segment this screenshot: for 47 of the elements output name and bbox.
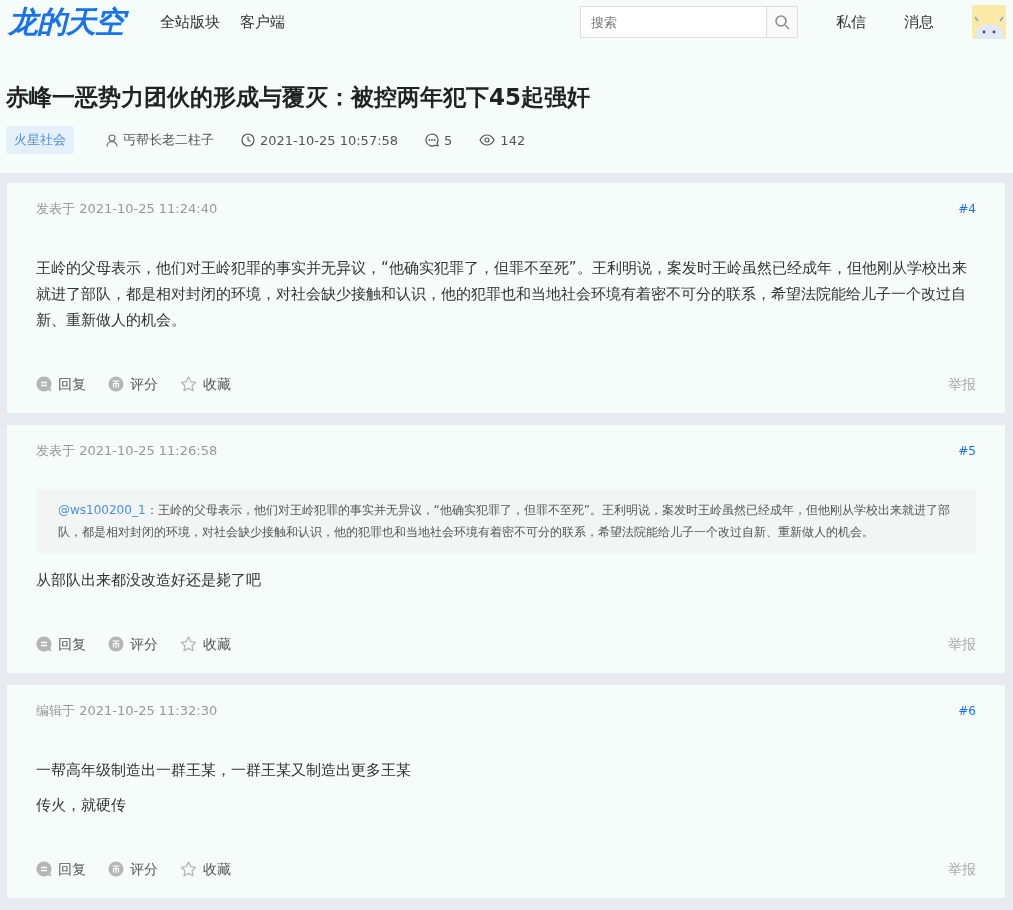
post-paragraph: 一帮高年级制造出一群王某，一群王某又制造出更多王某 — [36, 760, 412, 781]
post-time: 2021-10-25 10:57:58 — [260, 132, 399, 148]
nav-link[interactable]: 全站版块 — [160, 12, 220, 32]
post-action-button[interactable]: 评分 — [108, 858, 158, 880]
floor-link[interactable]: #5 — [958, 443, 976, 459]
search-field[interactable]: 搜索 — [580, 6, 767, 38]
comment-icon — [425, 133, 440, 147]
post-date: 发表于 2021-10-25 11:24:40 — [36, 201, 218, 217]
reply-icon — [36, 636, 52, 652]
person-icon — [106, 133, 118, 147]
star-icon — [180, 376, 197, 392]
post-paragraph: 传火，就硬传 — [36, 795, 127, 816]
nav-link[interactable]: 客户端 — [240, 12, 285, 32]
post-action-button[interactable]: 回复 — [36, 633, 86, 655]
search-icon — [774, 14, 790, 30]
site-logo[interactable]: 龙的天空 — [6, 2, 130, 42]
post-paragraph: 王岭的父母表示，他们对王岭犯罪的事实并无异议，“他确实犯罪了，但罪不至死”。王利明说，案发时王岭虽然已经成年，但他刚从学校出来就进了部队，都是相对封闭的环境，对社会缺少接触和认识，他的犯罪也和当地社会环境有着密不可分的联系，希望法院能给儿子一个改过自新、重新做人的机会。 — [36, 258, 968, 331]
post-action-button[interactable]: 回复 — [36, 373, 86, 395]
post-action-button[interactable]: 收藏 — [180, 373, 231, 395]
coin-icon — [108, 636, 124, 652]
post-date: 发表于 2021-10-25 11:26:58 — [36, 443, 218, 459]
author-name[interactable]: 丐帮长老二柱子 — [123, 131, 214, 149]
eye-icon — [479, 134, 496, 146]
nav-link[interactable]: 私信 — [836, 12, 866, 32]
reply-count: 5 — [444, 132, 453, 148]
star-icon — [180, 636, 197, 652]
post-action-button[interactable]: 评分 — [108, 633, 158, 655]
clock-icon — [241, 133, 255, 147]
post-action-button[interactable]: 回复 — [36, 858, 86, 880]
thread-title: 赤峰一恶势力团伙的形成与覆灭：被控两年犯下45起强奸 — [6, 83, 591, 112]
avatar-drawing[interactable] — [972, 5, 1006, 39]
post-action-button[interactable]: 评分 — [108, 373, 158, 395]
search-button[interactable] — [767, 6, 798, 38]
floor-link[interactable]: #6 — [958, 703, 976, 719]
star-icon — [180, 861, 197, 877]
coin-icon — [108, 376, 124, 392]
reply-icon — [36, 376, 52, 392]
post-action-button[interactable]: 收藏 — [180, 858, 231, 880]
post-date: 编辑于 2021-10-25 11:32:30 — [36, 703, 218, 719]
floor-link[interactable]: #4 — [958, 201, 976, 217]
coin-icon — [108, 861, 124, 877]
quote-block: @ws100200_1：王岭的父母表示，他们对王岭犯罪的事实并无异议，“他确实犯罪了，但罪不至死”。王利明说，案发时王岭虽然已经成年，但他刚从学校出来就进了部队，都是相对封闭的环境，对社会缺少接触和认识，他的犯罪也和当地社会环境有着密不可分的联系，希望法院能给儿子一个改过自新、重新做人的机会。 — [36, 489, 976, 553]
post-paragraph: 从部队出来都没改造好还是毙了吧 — [36, 570, 262, 591]
reply-icon — [36, 861, 52, 877]
view-count: 142 — [500, 132, 526, 148]
post-action-button[interactable]: 收藏 — [180, 633, 231, 655]
nav-link[interactable]: 消息 — [904, 12, 934, 32]
